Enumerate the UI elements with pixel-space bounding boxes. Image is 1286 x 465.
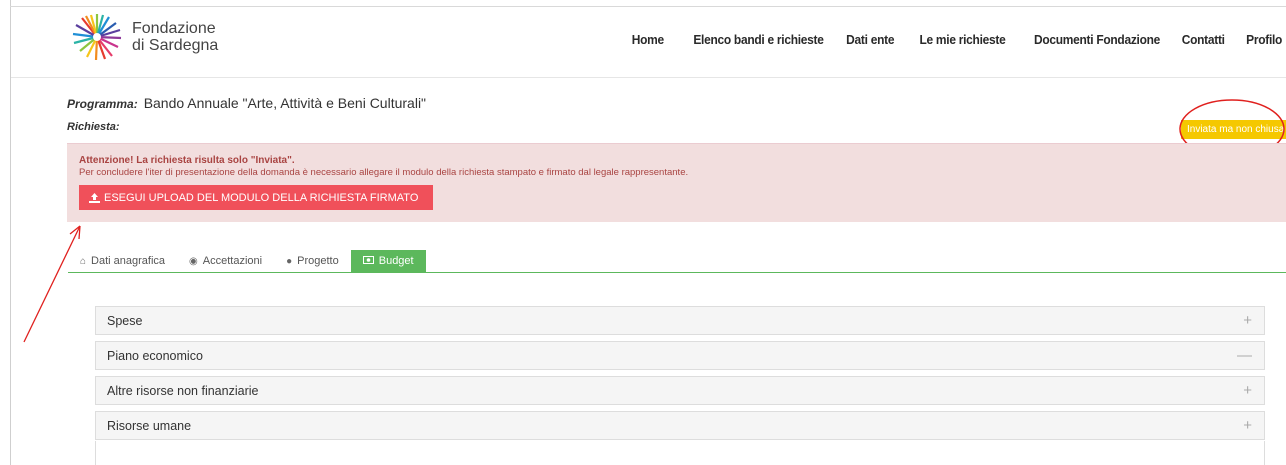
money-icon <box>362 255 374 267</box>
expand-icon[interactable]: + <box>1243 312 1252 329</box>
richiesta-label: Richiesta: <box>67 121 120 133</box>
nav-home[interactable]: Home <box>632 32 664 47</box>
logo-line-1: Fondazione <box>132 20 216 37</box>
logo[interactable]: Fondazione di Sardegna <box>72 14 218 60</box>
accordion-piano-economico[interactable]: Piano economico — <box>95 341 1265 370</box>
request-tabs: ⌂ Dati anagrafica ◉ Accettazioni ● Proge… <box>68 250 426 272</box>
accordion-panel-body <box>95 441 1265 465</box>
nav-documenti-fondazione[interactable]: Documenti Fondazione <box>1034 32 1160 47</box>
programma-line: Programma: Bando Annuale "Arte, Attività … <box>67 95 426 111</box>
alert-text: Per concludere l'iter di presentazione d… <box>79 167 689 178</box>
tab-budget[interactable]: Budget <box>350 250 426 272</box>
window-top-border <box>10 6 1286 7</box>
collapse-icon[interactable]: — <box>1237 347 1252 364</box>
warning-alert: Attenzione! La richiesta risulta solo "I… <box>67 143 1286 222</box>
programma-label: Programma: <box>67 97 138 111</box>
accordion-label: Piano economico <box>107 348 203 363</box>
nav-profilo[interactable]: Profilo <box>1246 32 1282 47</box>
nav-elenco-bandi[interactable]: Elenco bandi e richieste <box>693 32 824 47</box>
window-left-border <box>10 0 11 465</box>
expand-icon[interactable]: + <box>1243 417 1252 434</box>
programma-value: Bando Annuale "Arte, Attività e Beni Cul… <box>143 95 427 111</box>
home-icon: ⌂ <box>80 255 87 267</box>
alert-title: Attenzione! La richiesta risulta solo "I… <box>79 155 295 166</box>
tab-label: Progetto <box>297 255 339 267</box>
upload-signed-module-button[interactable]: ESEGUI UPLOAD DEL MODULO DELLA RICHIESTA… <box>79 185 433 210</box>
tab-dati-anagrafica[interactable]: ⌂ Dati anagrafica <box>68 250 177 272</box>
header-divider <box>11 77 1286 78</box>
nav-contatti[interactable]: Contatti <box>1182 32 1225 47</box>
eye-icon: ◉ <box>189 255 198 267</box>
tab-label: Accettazioni <box>202 255 263 267</box>
nav-le-mie-richieste[interactable]: Le mie richieste <box>919 32 1005 47</box>
logo-line-2: di Sardegna <box>132 37 219 54</box>
tab-progetto[interactable]: ● Progetto <box>274 250 351 272</box>
tabs-underline <box>68 272 1286 273</box>
accordion-altre-risorse[interactable]: Altre risorse non finanziarie + <box>95 376 1265 405</box>
expand-icon[interactable]: + <box>1243 382 1252 399</box>
accordion-risorse-umane[interactable]: Risorse umane + <box>95 411 1265 440</box>
globe-icon: ● <box>286 255 293 267</box>
tab-label: Dati anagrafica <box>91 255 166 267</box>
upload-icon <box>89 192 100 203</box>
accordion-label: Spese <box>107 313 143 328</box>
accordion-label: Altre risorse non finanziarie <box>107 383 259 398</box>
logo-text: Fondazione di Sardegna <box>132 20 218 54</box>
tab-label: Budget <box>378 255 414 267</box>
main-nav: Home Elenco bandi e richieste Dati ente … <box>611 32 1283 47</box>
accordion-label: Risorse umane <box>107 418 192 433</box>
nav-dati-ente[interactable]: Dati ente <box>846 32 894 47</box>
accordion-spese[interactable]: Spese + <box>95 306 1265 335</box>
tab-accettazioni[interactable]: ◉ Accettazioni <box>177 250 274 272</box>
upload-button-label: ESEGUI UPLOAD DEL MODULO DELLA RICHIESTA… <box>104 191 419 204</box>
fondazione-star-logo-icon <box>72 14 122 60</box>
